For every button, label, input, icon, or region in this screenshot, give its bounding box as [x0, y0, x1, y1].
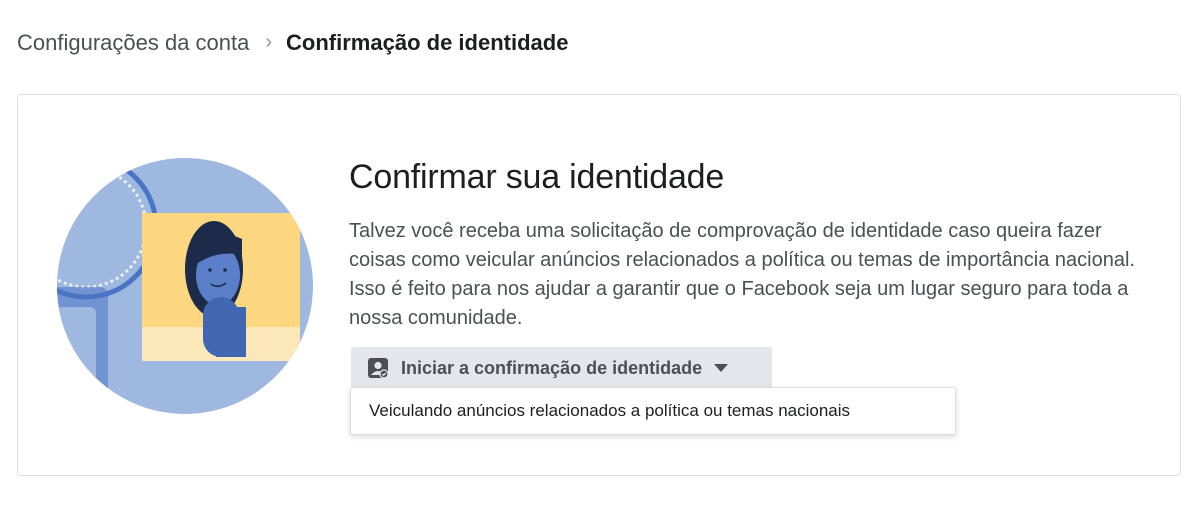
breadcrumb-current-page: Confirmação de identidade — [286, 30, 569, 55]
start-identity-confirmation-button[interactable]: Iniciar a confirmação de identidade — [351, 347, 772, 389]
caret-down-icon — [714, 364, 729, 372]
card-description: Talvez você receba uma solicitação de co… — [349, 220, 1135, 329]
card-content: Confirmar sua identidade Talvez você rec… — [349, 155, 1149, 333]
identity-options-dropdown: Veiculando anúncios relacionados a polít… — [350, 387, 956, 435]
start-identity-confirmation-label: Iniciar a confirmação de identidade — [401, 357, 703, 378]
id-badge-icon — [367, 357, 389, 379]
breadcrumb: Configurações da conta › Confirmação de … — [17, 28, 568, 58]
dropdown-item-political-ads[interactable]: Veiculando anúncios relacionados a polít… — [369, 401, 850, 421]
breadcrumb-separator-icon: › — [265, 30, 273, 53]
card-title: Confirmar sua identidade — [349, 158, 725, 196]
breadcrumb-account-settings-link[interactable]: Configurações da conta — [17, 30, 249, 56]
person-identity-illustration — [56, 157, 314, 415]
identity-confirmation-card: Confirmar sua identidade Talvez você rec… — [17, 94, 1181, 476]
